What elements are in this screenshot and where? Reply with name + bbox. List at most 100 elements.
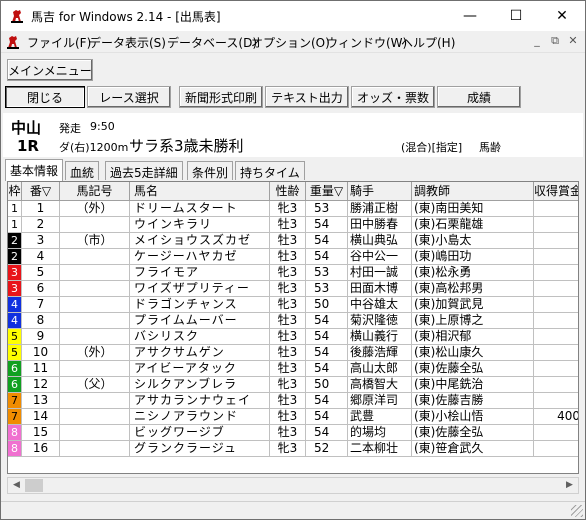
entry-table[interactable]: 枠 番▽ 馬記号 馬名 性齢 重量▽ 騎手 調教師 収得賞金▽ 11（外）ドリー… <box>7 181 579 474</box>
table-row[interactable]: 3 6 ワイズザプリティー 牝3 53 田面木博 (東)高松邦男 <box>8 281 578 297</box>
menu-bar: ファイル(F) データ表示(S) データベース(D) オプション(O) ウィンド… <box>1 31 585 53</box>
horse-name-cell: シルクアンブレラ <box>130 377 270 393</box>
horse-number-cell: 11 <box>22 361 60 377</box>
main-menu-button[interactable]: メインメニュー <box>7 59 93 81</box>
waku-cell: 7 <box>8 409 22 425</box>
waku-cell: 5 <box>8 329 22 345</box>
jockey-cell: 勝浦正樹 <box>348 201 412 217</box>
mdi-close-button[interactable]: ✕ <box>565 34 581 50</box>
table-row[interactable]: 5 9 バシリスク 牡3 54 横山義行 (東)相沢郁 <box>8 329 578 345</box>
horse-name-cell: グランクラージュ <box>130 441 270 457</box>
horse-name-cell: ドリームスタート <box>130 201 270 217</box>
tab-pedigree[interactable]: 血統 <box>65 161 100 180</box>
close-button[interactable]: 閉じる <box>5 86 85 108</box>
trainer-cell: (東)佐藤全弘 <box>412 361 534 377</box>
prize-cell <box>534 217 578 233</box>
prize-cell <box>534 265 578 281</box>
sex-age-cell: 牡3 <box>270 329 306 345</box>
menu-database[interactable]: データベース(D) <box>167 34 257 51</box>
table-row[interactable]: 7 13 アサカランナウェイ 牡3 54 郷原洋司 (東)佐藤吉勝 <box>8 393 578 409</box>
table-row[interactable]: 4 7 ドラゴンチャンス 牝3 50 中谷雄太 (東)加賀武見 <box>8 297 578 313</box>
tab-best-times[interactable]: 持ちタイム <box>235 161 305 180</box>
jockey-cell: 後藤浩輝 <box>348 345 412 361</box>
horse-name-cell: ケージーハヤカゼ <box>130 249 270 265</box>
horse-number-cell: 14 <box>22 409 60 425</box>
horse-number-cell: 13 <box>22 393 60 409</box>
table-row[interactable]: 6 11 アイビーアタック 牡3 54 高山太郎 (東)佐藤全弘 <box>8 361 578 377</box>
menu-options[interactable]: オプション(O) <box>251 34 330 51</box>
weight-cell: 52 <box>306 441 348 457</box>
trainer-cell: (東)佐藤吉勝 <box>412 393 534 409</box>
horse-mark-cell <box>60 441 130 457</box>
jockey-cell: 高橋智大 <box>348 377 412 393</box>
sex-age-cell: 牝3 <box>270 281 306 297</box>
results-button[interactable]: 成績 <box>437 86 521 108</box>
column-header-number[interactable]: 番▽ <box>22 182 60 201</box>
mdi-minimize-button[interactable]: _ <box>529 34 545 50</box>
menu-help[interactable]: ヘルプ(H) <box>401 34 455 51</box>
table-row[interactable]: 4 8 プライムムーバー 牡3 54 菊沢隆徳 (東)上原博之 <box>8 313 578 329</box>
horse-number-cell: 9 <box>22 329 60 345</box>
horse-name-cell: バシリスク <box>130 329 270 345</box>
sex-age-cell: 牡3 <box>270 425 306 441</box>
horse-icon[interactable] <box>9 8 25 24</box>
table-row[interactable]: 7 14 ニシノアラウンド 牡3 54 武豊 (東)小桧山悟 400 <box>8 409 578 425</box>
table-row[interactable]: 1 2 ウインキラリ 牡3 54 田中勝春 (東)石栗龍雄 <box>8 217 578 233</box>
sex-age-cell: 牡3 <box>270 409 306 425</box>
table-row[interactable]: 8 16 グランクラージュ 牝3 52 二本柳壮 (東)笹倉武久 <box>8 441 578 457</box>
resize-grip-icon[interactable] <box>571 505 583 517</box>
table-row[interactable]: 1 1 （外） ドリームスタート 牝3 53 勝浦正樹 (東)南田美知 <box>8 201 578 217</box>
jockey-cell: 田中勝春 <box>348 217 412 233</box>
table-row[interactable]: 3 5 フライモア 牝3 53 村田一誠 (東)松永勇 <box>8 265 578 281</box>
trainer-cell: (東)中尾銑治 <box>412 377 534 393</box>
jockey-cell: 高山太郎 <box>348 361 412 377</box>
menu-file[interactable]: ファイル(F) <box>27 34 91 51</box>
horse-number-cell: 5 <box>22 265 60 281</box>
app-window: 馬吉 for Windows 2.14 - [出馬表] — ☐ ✕ ファイル(F… <box>0 0 586 520</box>
table-row[interactable]: 2 4 ケージーハヤカゼ 牡3 54 谷中公一 (東)嶋田功 <box>8 249 578 265</box>
table-row[interactable]: 5 10 （外） アサクサムゲン 牡3 54 後藤浩輝 (東)松山康久 <box>8 345 578 361</box>
column-header-mark[interactable]: 馬記号 <box>60 182 130 201</box>
scroll-right-icon[interactable]: ▶ <box>561 478 578 493</box>
text-output-button[interactable]: テキスト出力 <box>265 86 349 108</box>
table-row[interactable]: 8 15 ビッグワージブ 牡3 54 的場均 (東)佐藤全弘 <box>8 425 578 441</box>
odds-button[interactable]: オッズ・票数 <box>351 86 435 108</box>
sex-age-cell: 牝3 <box>270 201 306 217</box>
tab-conditions[interactable]: 条件別 <box>187 161 234 180</box>
maximize-button[interactable]: ☐ <box>493 1 539 31</box>
tab-basic-info[interactable]: 基本情報 <box>5 159 64 181</box>
minimize-button[interactable]: — <box>447 1 493 31</box>
weight-cell: 54 <box>306 425 348 441</box>
weight-cell: 53 <box>306 201 348 217</box>
tab-past-5-races[interactable]: 過去5走詳細 <box>105 161 183 180</box>
prize-cell <box>534 201 578 217</box>
trainer-cell: (東)笹倉武久 <box>412 441 534 457</box>
prize-cell: 400 <box>534 409 578 425</box>
column-header-jockey[interactable]: 騎手 <box>348 182 412 201</box>
close-window-button[interactable]: ✕ <box>539 1 585 31</box>
racecourse-name: 中山 <box>11 119 42 137</box>
column-header-waku[interactable]: 枠 <box>8 182 22 201</box>
trainer-cell: (東)小島太 <box>412 233 534 249</box>
horizontal-scrollbar[interactable]: ◀ ▶ <box>7 477 579 494</box>
menu-window[interactable]: ウィンドウ(W) <box>326 34 407 51</box>
weight-type: 馬齢 <box>479 141 501 154</box>
table-row[interactable]: 2 3 （市） メイショウスズカゼ 牡3 54 横山典弘 (東)小島太 <box>8 233 578 249</box>
scroll-thumb[interactable] <box>25 479 43 492</box>
table-row[interactable]: 6 12 （父） シルクアンブレラ 牝3 50 高橋智大 (東)中尾銑治 <box>8 377 578 393</box>
column-header-sex-age[interactable]: 性齢 <box>270 182 306 201</box>
menu-data-view[interactable]: データ表示(S) <box>89 34 166 51</box>
scroll-left-icon[interactable]: ◀ <box>8 478 25 493</box>
weight-cell: 54 <box>306 313 348 329</box>
horse-icon[interactable] <box>5 34 21 50</box>
race-select-button[interactable]: レース選択 <box>87 86 171 108</box>
mdi-restore-button[interactable]: ⧉ <box>547 34 563 50</box>
column-header-trainer[interactable]: 調教師 <box>412 182 534 201</box>
title-bar[interactable]: 馬吉 for Windows 2.14 - [出馬表] — ☐ ✕ <box>1 1 585 31</box>
horse-number-cell: 1 <box>22 201 60 217</box>
column-header-horse-name[interactable]: 馬名 <box>130 182 270 201</box>
column-header-weight[interactable]: 重量▽ <box>306 182 348 201</box>
column-header-prize[interactable]: 収得賞金▽ <box>534 182 578 201</box>
horse-mark-cell <box>60 361 130 377</box>
newspaper-print-button[interactable]: 新聞形式印刷 <box>179 86 263 108</box>
